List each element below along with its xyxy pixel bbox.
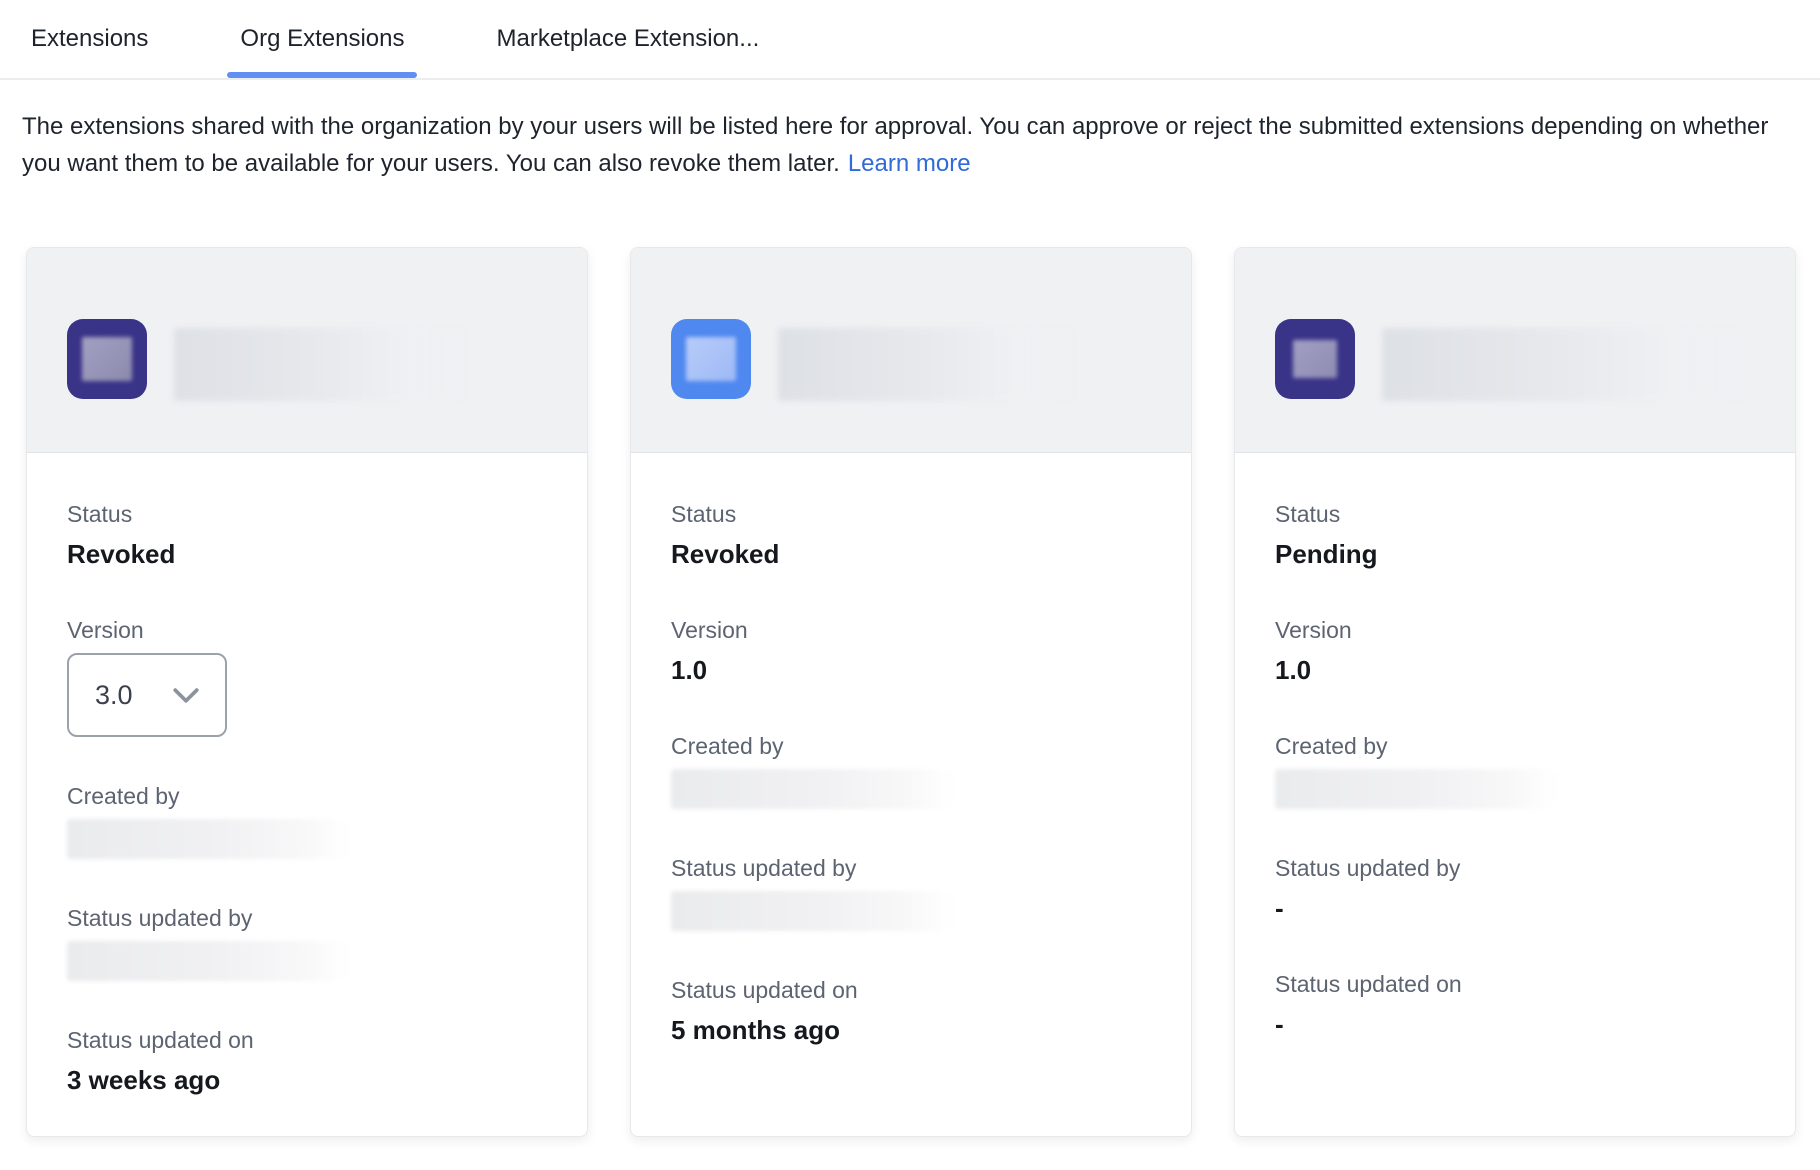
- tab-extensions[interactable]: Extensions: [18, 0, 161, 78]
- field-value-status: Pending: [1275, 537, 1755, 571]
- field-label-status: Status: [671, 499, 1151, 529]
- field-status-updated-on: Status updated on -: [1275, 969, 1755, 1041]
- field-value-status: Revoked: [67, 537, 547, 571]
- field-value-status-updated-by: -: [1275, 891, 1755, 925]
- tab-marketplace-extensions[interactable]: Marketplace Extension...: [483, 0, 772, 78]
- card-header: [1235, 248, 1795, 453]
- chevron-down-icon: [173, 688, 199, 703]
- field-value-version: 1.0: [1275, 653, 1755, 687]
- field-created-by: Created by: [671, 731, 1151, 809]
- field-label-version: Version: [67, 615, 547, 645]
- version-dropdown[interactable]: 3.0: [67, 653, 227, 737]
- field-label-version: Version: [671, 615, 1151, 645]
- field-label-status-updated-on: Status updated on: [1275, 969, 1755, 999]
- field-label-status-updated-by: Status updated by: [67, 903, 547, 933]
- extension-app-icon: [1275, 319, 1355, 399]
- field-label-created-by: Created by: [1275, 731, 1755, 761]
- redacted-value-status-updated-by: [67, 941, 347, 981]
- cards-row: Status Revoked Version 3.0 Created by Status …: [26, 247, 1820, 1137]
- card-header: [27, 248, 587, 453]
- field-status-updated-by: Status updated by -: [1275, 853, 1755, 925]
- redacted-value-created-by: [1275, 769, 1555, 809]
- field-value-status-updated-on: 3 weeks ago: [67, 1063, 547, 1097]
- field-value-status: Revoked: [671, 537, 1151, 571]
- field-version: Version 1.0: [671, 615, 1151, 687]
- field-value-status-updated-on: 5 months ago: [671, 1013, 1151, 1047]
- extension-card-3: Status Pending Version 1.0 Created by Status …: [1234, 247, 1796, 1137]
- field-label-created-by: Created by: [67, 781, 547, 811]
- extension-name-redacted: [174, 328, 470, 401]
- field-status-updated-by: Status updated by: [67, 903, 547, 981]
- field-version: Version 3.0: [67, 615, 547, 737]
- version-dropdown-value: 3.0: [95, 680, 133, 711]
- tab-bar: Extensions Org Extensions Marketplace Ex…: [0, 0, 1820, 80]
- redacted-value-created-by: [671, 769, 951, 809]
- extension-icon-content-blurred: [82, 337, 132, 381]
- card-body: Status Revoked Version 1.0 Created by Status …: [631, 453, 1191, 1047]
- field-label-status-updated-by: Status updated by: [671, 853, 1151, 883]
- field-value-version: 1.0: [671, 653, 1151, 687]
- card-body: Status Revoked Version 3.0 Created by Status …: [27, 453, 587, 1097]
- redacted-value-created-by: [67, 819, 347, 859]
- card-header: [631, 248, 1191, 453]
- extension-card-2: Status Revoked Version 1.0 Created by Status …: [630, 247, 1192, 1137]
- field-status-updated-by: Status updated by: [671, 853, 1151, 931]
- extension-app-icon: [67, 319, 147, 399]
- field-status-updated-on: Status updated on 3 weeks ago: [67, 1025, 547, 1097]
- field-label-status-updated-on: Status updated on: [671, 975, 1151, 1005]
- extension-card-1: Status Revoked Version 3.0 Created by Status …: [26, 247, 588, 1137]
- field-label-version: Version: [1275, 615, 1755, 645]
- learn-more-link[interactable]: Learn more: [848, 150, 971, 177]
- redacted-value-status-updated-by: [671, 891, 951, 931]
- field-created-by: Created by: [67, 781, 547, 859]
- extension-icon-content-blurred: [686, 337, 736, 381]
- extension-name-redacted: [778, 328, 1078, 401]
- extension-app-icon: [671, 319, 751, 399]
- field-status-updated-on: Status updated on 5 months ago: [671, 975, 1151, 1047]
- extension-icon-content-blurred: [1293, 340, 1337, 378]
- field-label-created-by: Created by: [671, 731, 1151, 761]
- extension-name-redacted: [1382, 328, 1746, 401]
- field-label-status: Status: [1275, 499, 1755, 529]
- field-value-status-updated-on: -: [1275, 1007, 1755, 1041]
- field-version: Version 1.0: [1275, 615, 1755, 687]
- card-body: Status Pending Version 1.0 Created by Status …: [1235, 453, 1795, 1041]
- field-label-status-updated-on: Status updated on: [67, 1025, 547, 1055]
- field-label-status: Status: [67, 499, 547, 529]
- field-status: Status Revoked: [671, 499, 1151, 571]
- field-status: Status Revoked: [67, 499, 547, 571]
- field-label-status-updated-by: Status updated by: [1275, 853, 1755, 883]
- tab-org-extensions[interactable]: Org Extensions: [227, 0, 417, 78]
- page-description: The extensions shared with the organizat…: [22, 108, 1798, 182]
- field-status: Status Pending: [1275, 499, 1755, 571]
- field-created-by: Created by: [1275, 731, 1755, 809]
